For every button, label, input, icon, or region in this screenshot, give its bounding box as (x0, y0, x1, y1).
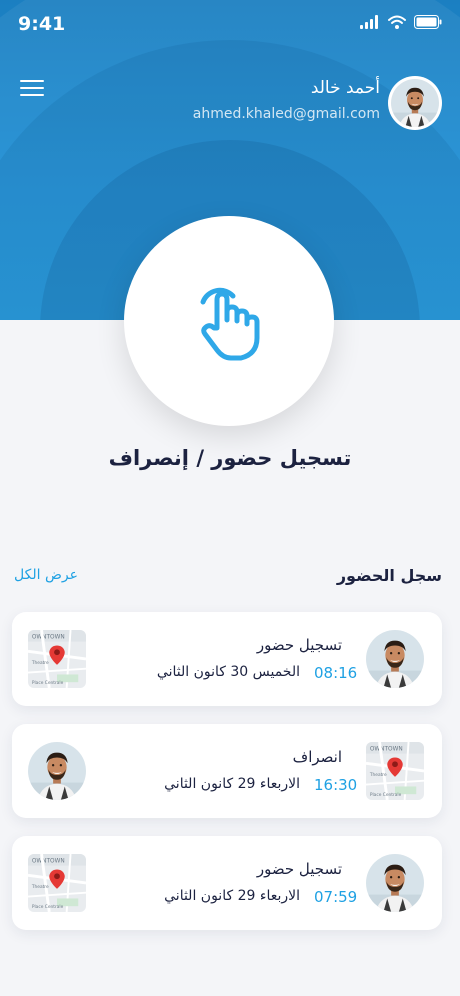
tap-hand-icon (200, 287, 260, 361)
entry-date: الاربعاء 29 كانون الثاني (164, 888, 300, 904)
entry-time: 08:16 (314, 664, 358, 682)
attendance-card[interactable]: تسجيل حضور 07:59 الاربعاء 29 كانون الثان… (12, 836, 442, 930)
battery-icon (414, 15, 442, 29)
entry-type: انصراف (292, 748, 342, 766)
menu-line (20, 94, 44, 96)
attendance-log-title: سجل الحضور (336, 566, 442, 585)
status-time: 9:41 (18, 13, 66, 35)
entry-date: الخميس 30 كانون الثاني (156, 664, 300, 680)
avatar (28, 742, 86, 800)
entry-time: 07:59 (314, 888, 358, 906)
user-email: ahmed.khaled@gmail.com (192, 106, 380, 122)
menu-line (20, 87, 44, 89)
location-map-thumbnail[interactable] (366, 742, 424, 800)
signal-icon (360, 15, 378, 29)
view-all-link[interactable]: عرض الكل (14, 567, 78, 583)
location-map-thumbnail[interactable] (28, 630, 86, 688)
entry-time: 16:30 (314, 776, 358, 794)
user-name: أحمد خالد (310, 78, 380, 98)
menu-icon[interactable] (20, 80, 44, 98)
check-in-out-button[interactable] (124, 216, 334, 426)
avatar-photo (391, 79, 439, 127)
check-in-out-title: تسجيل حضور / إنصراف (108, 446, 352, 470)
attendance-card[interactable]: انصراف 16:30 الاربعاء 29 كانون الثاني (12, 724, 442, 818)
entry-type: تسجيل حضور (256, 636, 342, 654)
avatar (366, 854, 424, 912)
location-map-thumbnail[interactable] (28, 854, 86, 912)
entry-type: تسجيل حضور (256, 860, 342, 878)
entry-date: الاربعاء 29 كانون الثاني (164, 776, 300, 792)
user-avatar[interactable] (388, 76, 442, 130)
attendance-card[interactable]: تسجيل حضور 08:16 الخميس 30 كانون الثاني (12, 612, 442, 706)
wifi-icon (388, 15, 406, 29)
status-bar: 9:41 (0, 0, 460, 48)
status-icons (360, 15, 442, 29)
menu-line (20, 80, 44, 82)
avatar (366, 630, 424, 688)
